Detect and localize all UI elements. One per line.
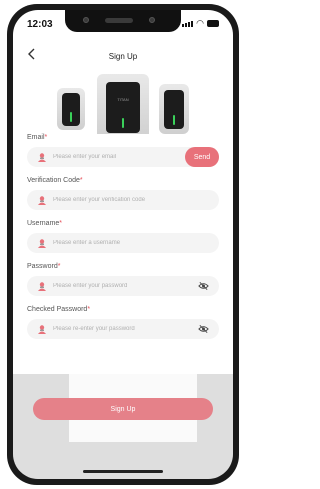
charger-image — [159, 84, 189, 134]
status-time: 12:03 — [27, 19, 53, 30]
page-title: Sign Up — [108, 52, 138, 61]
speaker-icon — [105, 18, 133, 23]
password-input-row — [27, 276, 219, 296]
notch — [65, 10, 181, 32]
user-icon — [38, 153, 46, 162]
nav-header: Sign Up — [13, 46, 233, 70]
status-bar: 12:03 ◠ — [13, 10, 233, 36]
username-field-group: Username* — [27, 220, 219, 253]
verification-label: Verification Code* — [27, 177, 83, 184]
username-label: Username* — [27, 220, 63, 227]
signup-form: Email* Send Verification Code* Username* — [27, 134, 219, 349]
home-indicator — [83, 470, 163, 473]
email-input-row: Send — [27, 147, 219, 167]
user-icon — [38, 325, 46, 334]
verification-field-group: Verification Code* — [27, 177, 219, 210]
checked-password-input-row — [27, 319, 219, 339]
eye-off-icon[interactable] — [198, 324, 209, 334]
user-icon — [38, 196, 46, 205]
charger-image — [57, 88, 85, 130]
send-code-button[interactable]: Send — [185, 147, 219, 167]
eye-off-icon[interactable] — [198, 281, 209, 291]
charger-image: TITAN — [97, 74, 149, 140]
phone-frame: 12:03 ◠ Sign Up TITAN Email* Please ente… — [7, 4, 239, 485]
battery-icon — [207, 20, 219, 27]
status-icons: ◠ — [182, 19, 219, 28]
username-input-row — [27, 233, 219, 253]
verification-input-row — [27, 190, 219, 210]
password-field-group: Password* — [27, 263, 219, 296]
camera-dot-icon — [83, 17, 89, 23]
checked-password-field-group: Checked Password* — [27, 306, 219, 339]
charger-brand: TITAN — [117, 97, 129, 103]
username-input[interactable] — [53, 240, 209, 246]
user-icon — [38, 282, 46, 291]
signal-icon — [182, 20, 194, 27]
email-label: Email* — [27, 134, 48, 141]
password-input[interactable] — [53, 283, 198, 289]
user-icon — [38, 239, 46, 248]
signup-button[interactable]: Sign Up — [33, 398, 213, 420]
password-label: Password* — [27, 263, 61, 270]
verification-code-input[interactable] — [53, 197, 209, 203]
sensor-dot-icon — [149, 17, 155, 23]
hero-image: TITAN — [13, 70, 233, 140]
wifi-icon: ◠ — [196, 18, 204, 28]
email-field-group: Email* Send — [27, 134, 219, 167]
checked-password-input[interactable] — [53, 326, 198, 332]
app-screen: 12:03 ◠ Sign Up TITAN Email* Please ente… — [13, 10, 233, 479]
checked-password-label: Checked Password* — [27, 306, 91, 313]
